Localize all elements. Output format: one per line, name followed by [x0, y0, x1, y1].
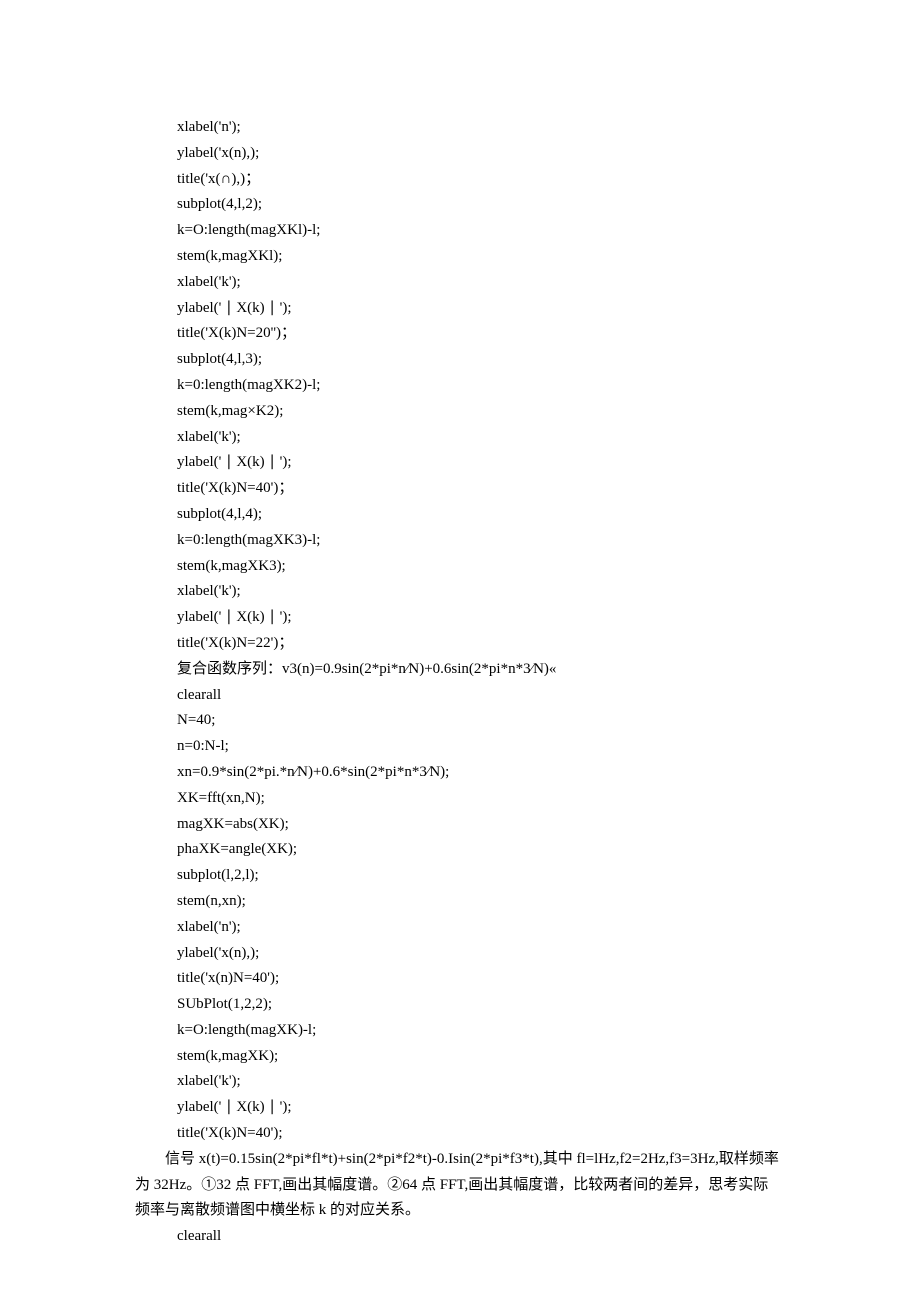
- code-line: phaXK=angle(XK);: [177, 837, 785, 863]
- document-page: xlabel('n'); ylabel('x(n),); title('x(∩)…: [0, 0, 920, 1310]
- code-line: subplot(4,l,3);: [177, 347, 785, 373]
- code-line: stem(k,magXK);: [177, 1044, 785, 1070]
- code-line: k=O:length(magXK)-l;: [177, 1018, 785, 1044]
- paragraph-line-2: 为 32Hz。①32 点 FFT,画出其幅度谱。②64 点 FFT,画出其幅度谱…: [135, 1173, 785, 1199]
- code-line: 复合函数序列：v3(n)=0.9sin(2*pi*n∕N)+0.6sin(2*p…: [177, 657, 785, 683]
- code-line: clearall: [177, 683, 785, 709]
- code-line: stem(k,magXKl);: [177, 244, 785, 270]
- code-line: clearall: [177, 1224, 785, 1250]
- code-line: title('x(∩),)；: [177, 167, 785, 193]
- code-line: n=0:N-l;: [177, 734, 785, 760]
- code-line: ylabel(' ∣ X(k) ∣ ');: [177, 450, 785, 476]
- code-line: title('X(k)N=40')；: [177, 476, 785, 502]
- code-line: xlabel('k');: [177, 579, 785, 605]
- code-block-1: xlabel('n'); ylabel('x(n),); title('x(∩)…: [177, 115, 785, 1147]
- code-line: subplot(4,l,4);: [177, 502, 785, 528]
- code-block-2: clearall: [177, 1224, 785, 1250]
- code-line: title('X(k)N=20'')；: [177, 321, 785, 347]
- code-line: title('X(k)N=22')；: [177, 631, 785, 657]
- code-line: ylabel(' ∣ X(k) ∣ ');: [177, 1095, 785, 1121]
- code-line: xlabel('k');: [177, 425, 785, 451]
- code-line: ylabel('x(n),);: [177, 941, 785, 967]
- code-line: stem(n,xn);: [177, 889, 785, 915]
- code-line: stem(k,mag×K2);: [177, 399, 785, 425]
- code-line: subplot(l,2,l);: [177, 863, 785, 889]
- code-line: XK=fft(xn,N);: [177, 786, 785, 812]
- code-line: xlabel('n');: [177, 115, 785, 141]
- code-line: ylabel(' ∣ X(k) ∣ ');: [177, 605, 785, 631]
- code-line: xlabel('k');: [177, 1069, 785, 1095]
- code-line: xlabel('k');: [177, 270, 785, 296]
- paragraph-line-1: 信号 x(t)=0.15sin(2*pi*fl*t)+sin(2*pi*f2*t…: [135, 1147, 785, 1173]
- code-line: ylabel('x(n),);: [177, 141, 785, 167]
- code-line: ylabel(' ∣ X(k) ∣ ');: [177, 296, 785, 322]
- code-line: title('x(n)N=40');: [177, 966, 785, 992]
- code-line: magXK=abs(XK);: [177, 812, 785, 838]
- code-line: k=0:length(magXK2)-l;: [177, 373, 785, 399]
- paragraph-line-3: 频率与离散频谱图中横坐标 k 的对应关系。: [135, 1198, 785, 1224]
- code-line: xlabel('n');: [177, 915, 785, 941]
- code-line: xn=0.9*sin(2*pi.*n∕N)+0.6*sin(2*pi*n*3∕N…: [177, 760, 785, 786]
- code-line: subplot(4,l,2);: [177, 192, 785, 218]
- code-line: k=O:length(magXKl)-l;: [177, 218, 785, 244]
- code-line: N=40;: [177, 708, 785, 734]
- code-line: k=0:length(magXK3)-l;: [177, 528, 785, 554]
- code-line: title('X(k)N=40');: [177, 1121, 785, 1147]
- code-line: SUbPlot(1,2,2);: [177, 992, 785, 1018]
- code-line: stem(k,magXK3);: [177, 554, 785, 580]
